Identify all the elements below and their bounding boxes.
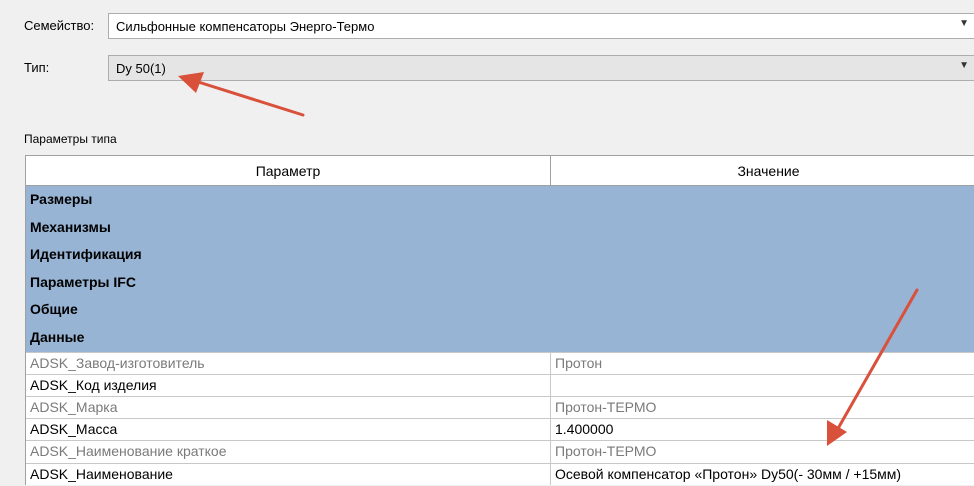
annotation-arrows — [178, 72, 919, 446]
annotation-arrow-name — [834, 288, 919, 434]
annotation-arrow-type — [190, 78, 305, 117]
arrowhead-icon — [827, 420, 847, 446]
